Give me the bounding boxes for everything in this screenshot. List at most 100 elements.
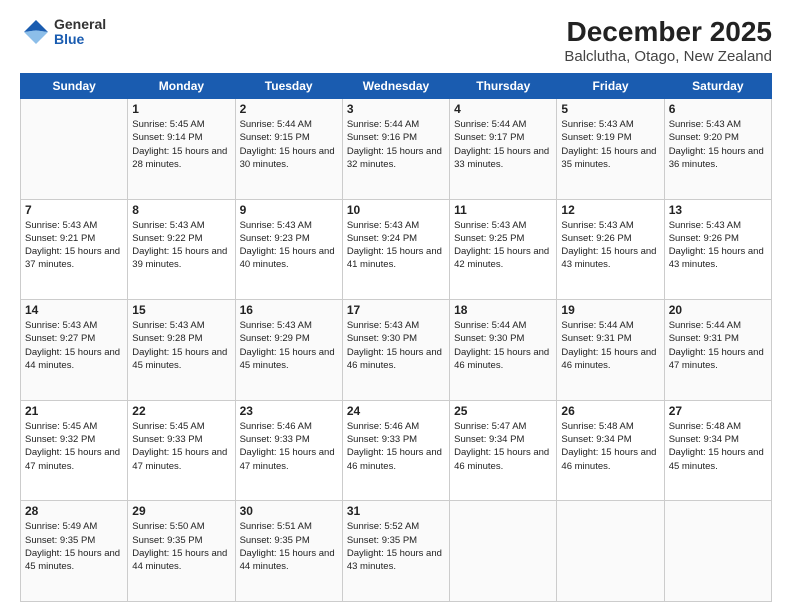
day-cell [557,501,664,602]
day-cell: 28 Sunrise: 5:49 AM Sunset: 9:35 PM Dayl… [21,501,128,602]
daylight: Daylight: 15 hours and 45 minutes. [240,347,335,371]
daylight: Daylight: 15 hours and 46 minutes. [561,347,656,371]
daylight: Daylight: 15 hours and 46 minutes. [454,347,549,371]
day-cell [21,99,128,200]
sunset: Sunset: 9:28 PM [132,333,202,344]
sunset: Sunset: 9:29 PM [240,333,310,344]
sunset: Sunset: 9:35 PM [347,535,417,546]
day-info: Sunrise: 5:44 AM Sunset: 9:16 PM Dayligh… [347,118,445,171]
sunset: Sunset: 9:19 PM [561,132,631,143]
sunrise: Sunrise: 5:44 AM [347,119,419,130]
sunset: Sunset: 9:34 PM [454,434,524,445]
logo: General Blue [20,16,106,48]
daylight: Daylight: 15 hours and 30 minutes. [240,146,335,170]
sunset: Sunset: 9:24 PM [347,233,417,244]
day-info: Sunrise: 5:44 AM Sunset: 9:31 PM Dayligh… [669,319,767,372]
day-cell: 16 Sunrise: 5:43 AM Sunset: 9:29 PM Dayl… [235,300,342,401]
daylight: Daylight: 15 hours and 44 minutes. [132,548,227,572]
day-info: Sunrise: 5:43 AM Sunset: 9:22 PM Dayligh… [132,219,230,272]
day-number: 5 [561,102,659,116]
sunset: Sunset: 9:33 PM [347,434,417,445]
day-info: Sunrise: 5:43 AM Sunset: 9:27 PM Dayligh… [25,319,123,372]
calendar-title: December 2025 [564,16,772,48]
calendar-header-row: Sunday Monday Tuesday Wednesday Thursday… [21,74,772,99]
day-info: Sunrise: 5:44 AM Sunset: 9:17 PM Dayligh… [454,118,552,171]
sunrise: Sunrise: 5:50 AM [132,521,204,532]
day-cell: 7 Sunrise: 5:43 AM Sunset: 9:21 PM Dayli… [21,199,128,300]
daylight: Daylight: 15 hours and 46 minutes. [454,447,549,471]
sunrise: Sunrise: 5:43 AM [25,320,97,331]
day-cell: 26 Sunrise: 5:48 AM Sunset: 9:34 PM Dayl… [557,400,664,501]
sunrise: Sunrise: 5:45 AM [132,421,204,432]
daylight: Daylight: 15 hours and 47 minutes. [240,447,335,471]
col-saturday: Saturday [664,74,771,99]
col-thursday: Thursday [450,74,557,99]
sunset: Sunset: 9:16 PM [347,132,417,143]
day-info: Sunrise: 5:50 AM Sunset: 9:35 PM Dayligh… [132,520,230,573]
day-info: Sunrise: 5:43 AM Sunset: 9:29 PM Dayligh… [240,319,338,372]
sunrise: Sunrise: 5:44 AM [454,320,526,331]
day-info: Sunrise: 5:44 AM Sunset: 9:31 PM Dayligh… [561,319,659,372]
daylight: Daylight: 15 hours and 44 minutes. [240,548,335,572]
page: General Blue December 2025 Balclutha, Ot… [0,0,792,612]
day-info: Sunrise: 5:48 AM Sunset: 9:34 PM Dayligh… [561,420,659,473]
day-cell: 5 Sunrise: 5:43 AM Sunset: 9:19 PM Dayli… [557,99,664,200]
day-info: Sunrise: 5:43 AM Sunset: 9:23 PM Dayligh… [240,219,338,272]
day-cell [664,501,771,602]
day-number: 6 [669,102,767,116]
day-info: Sunrise: 5:51 AM Sunset: 9:35 PM Dayligh… [240,520,338,573]
sunrise: Sunrise: 5:48 AM [669,421,741,432]
sunrise: Sunrise: 5:51 AM [240,521,312,532]
sunrise: Sunrise: 5:43 AM [669,119,741,130]
day-number: 31 [347,504,445,518]
day-cell: 10 Sunrise: 5:43 AM Sunset: 9:24 PM Dayl… [342,199,449,300]
daylight: Daylight: 15 hours and 43 minutes. [669,246,764,270]
sunrise: Sunrise: 5:43 AM [454,220,526,231]
sunset: Sunset: 9:26 PM [669,233,739,244]
logo-blue: Blue [54,32,106,47]
day-cell: 25 Sunrise: 5:47 AM Sunset: 9:34 PM Dayl… [450,400,557,501]
sunrise: Sunrise: 5:46 AM [240,421,312,432]
sunset: Sunset: 9:21 PM [25,233,95,244]
day-number: 23 [240,404,338,418]
day-cell: 21 Sunrise: 5:45 AM Sunset: 9:32 PM Dayl… [21,400,128,501]
day-cell [450,501,557,602]
day-info: Sunrise: 5:43 AM Sunset: 9:30 PM Dayligh… [347,319,445,372]
day-cell: 27 Sunrise: 5:48 AM Sunset: 9:34 PM Dayl… [664,400,771,501]
day-number: 12 [561,203,659,217]
day-cell: 31 Sunrise: 5:52 AM Sunset: 9:35 PM Dayl… [342,501,449,602]
day-cell: 30 Sunrise: 5:51 AM Sunset: 9:35 PM Dayl… [235,501,342,602]
sunset: Sunset: 9:34 PM [669,434,739,445]
sunset: Sunset: 9:27 PM [25,333,95,344]
daylight: Daylight: 15 hours and 46 minutes. [561,447,656,471]
day-info: Sunrise: 5:46 AM Sunset: 9:33 PM Dayligh… [347,420,445,473]
daylight: Daylight: 15 hours and 43 minutes. [347,548,442,572]
daylight: Daylight: 15 hours and 32 minutes. [347,146,442,170]
sunrise: Sunrise: 5:44 AM [454,119,526,130]
day-cell: 19 Sunrise: 5:44 AM Sunset: 9:31 PM Dayl… [557,300,664,401]
day-cell: 13 Sunrise: 5:43 AM Sunset: 9:26 PM Dayl… [664,199,771,300]
day-cell: 20 Sunrise: 5:44 AM Sunset: 9:31 PM Dayl… [664,300,771,401]
day-info: Sunrise: 5:43 AM Sunset: 9:26 PM Dayligh… [561,219,659,272]
day-info: Sunrise: 5:49 AM Sunset: 9:35 PM Dayligh… [25,520,123,573]
day-info: Sunrise: 5:43 AM Sunset: 9:24 PM Dayligh… [347,219,445,272]
daylight: Daylight: 15 hours and 41 minutes. [347,246,442,270]
sunrise: Sunrise: 5:44 AM [669,320,741,331]
daylight: Daylight: 15 hours and 39 minutes. [132,246,227,270]
day-number: 28 [25,504,123,518]
day-info: Sunrise: 5:47 AM Sunset: 9:34 PM Dayligh… [454,420,552,473]
sunrise: Sunrise: 5:43 AM [561,220,633,231]
sunrise: Sunrise: 5:52 AM [347,521,419,532]
sunrise: Sunrise: 5:48 AM [561,421,633,432]
sunrise: Sunrise: 5:44 AM [561,320,633,331]
day-info: Sunrise: 5:48 AM Sunset: 9:34 PM Dayligh… [669,420,767,473]
day-info: Sunrise: 5:43 AM Sunset: 9:25 PM Dayligh… [454,219,552,272]
day-number: 21 [25,404,123,418]
day-info: Sunrise: 5:43 AM Sunset: 9:20 PM Dayligh… [669,118,767,171]
day-number: 8 [132,203,230,217]
day-number: 11 [454,203,552,217]
sunrise: Sunrise: 5:47 AM [454,421,526,432]
sunset: Sunset: 9:31 PM [561,333,631,344]
sunset: Sunset: 9:26 PM [561,233,631,244]
sunset: Sunset: 9:14 PM [132,132,202,143]
